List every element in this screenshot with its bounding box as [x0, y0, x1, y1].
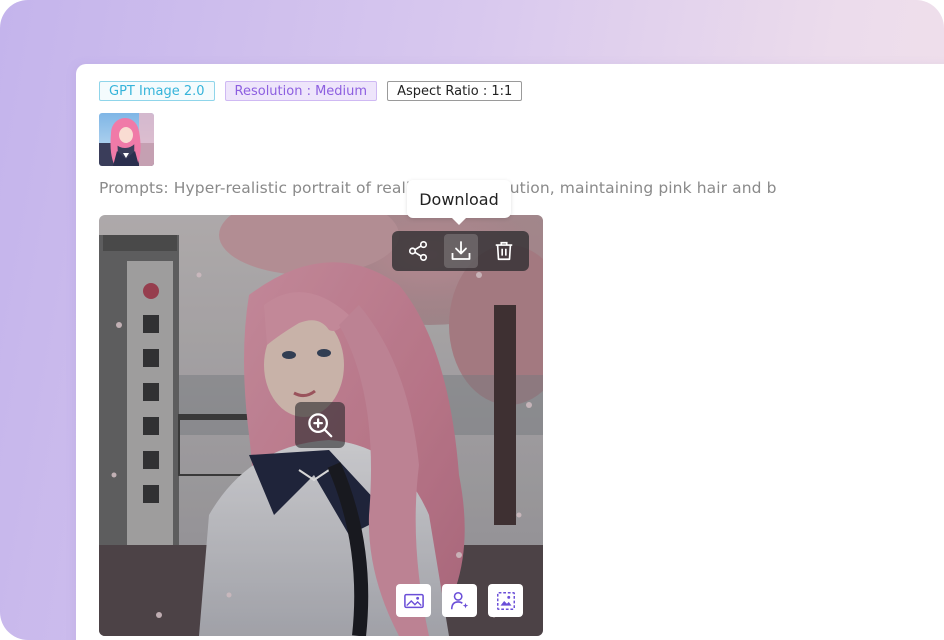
- image-action-toolbar: [392, 231, 529, 271]
- share-icon: [408, 241, 427, 261]
- share-button[interactable]: [401, 234, 435, 268]
- image-to-image-icon: [403, 593, 424, 608]
- aspect-ratio-tag: Aspect Ratio : 1:1: [387, 81, 523, 101]
- face-swap-button[interactable]: [442, 584, 477, 617]
- generation-tags: GPT Image 2.0 Resolution : Medium Aspect…: [99, 81, 523, 101]
- zoom-in-button[interactable]: [295, 402, 345, 448]
- delete-button[interactable]: [487, 234, 521, 268]
- download-tooltip: Download: [407, 180, 511, 225]
- model-tag: GPT Image 2.0: [99, 81, 215, 101]
- background-icon: [496, 591, 515, 610]
- delete-icon: [495, 241, 512, 261]
- image-edit-tools: [396, 584, 523, 617]
- download-button[interactable]: [443, 234, 478, 268]
- resolution-tag: Resolution : Medium: [224, 81, 378, 101]
- image-to-image-button[interactable]: [396, 584, 431, 617]
- reference-image-thumbnail[interactable]: [99, 113, 154, 166]
- generated-image[interactable]: [99, 215, 543, 636]
- reference-thumbnail-art: [99, 113, 154, 166]
- download-icon: [451, 241, 470, 260]
- results-panel: GPT Image 2.0 Resolution : Medium Aspect…: [76, 64, 944, 640]
- background-edit-button[interactable]: [488, 584, 523, 617]
- face-swap-icon: [450, 591, 468, 609]
- zoom-in-icon: [308, 413, 333, 438]
